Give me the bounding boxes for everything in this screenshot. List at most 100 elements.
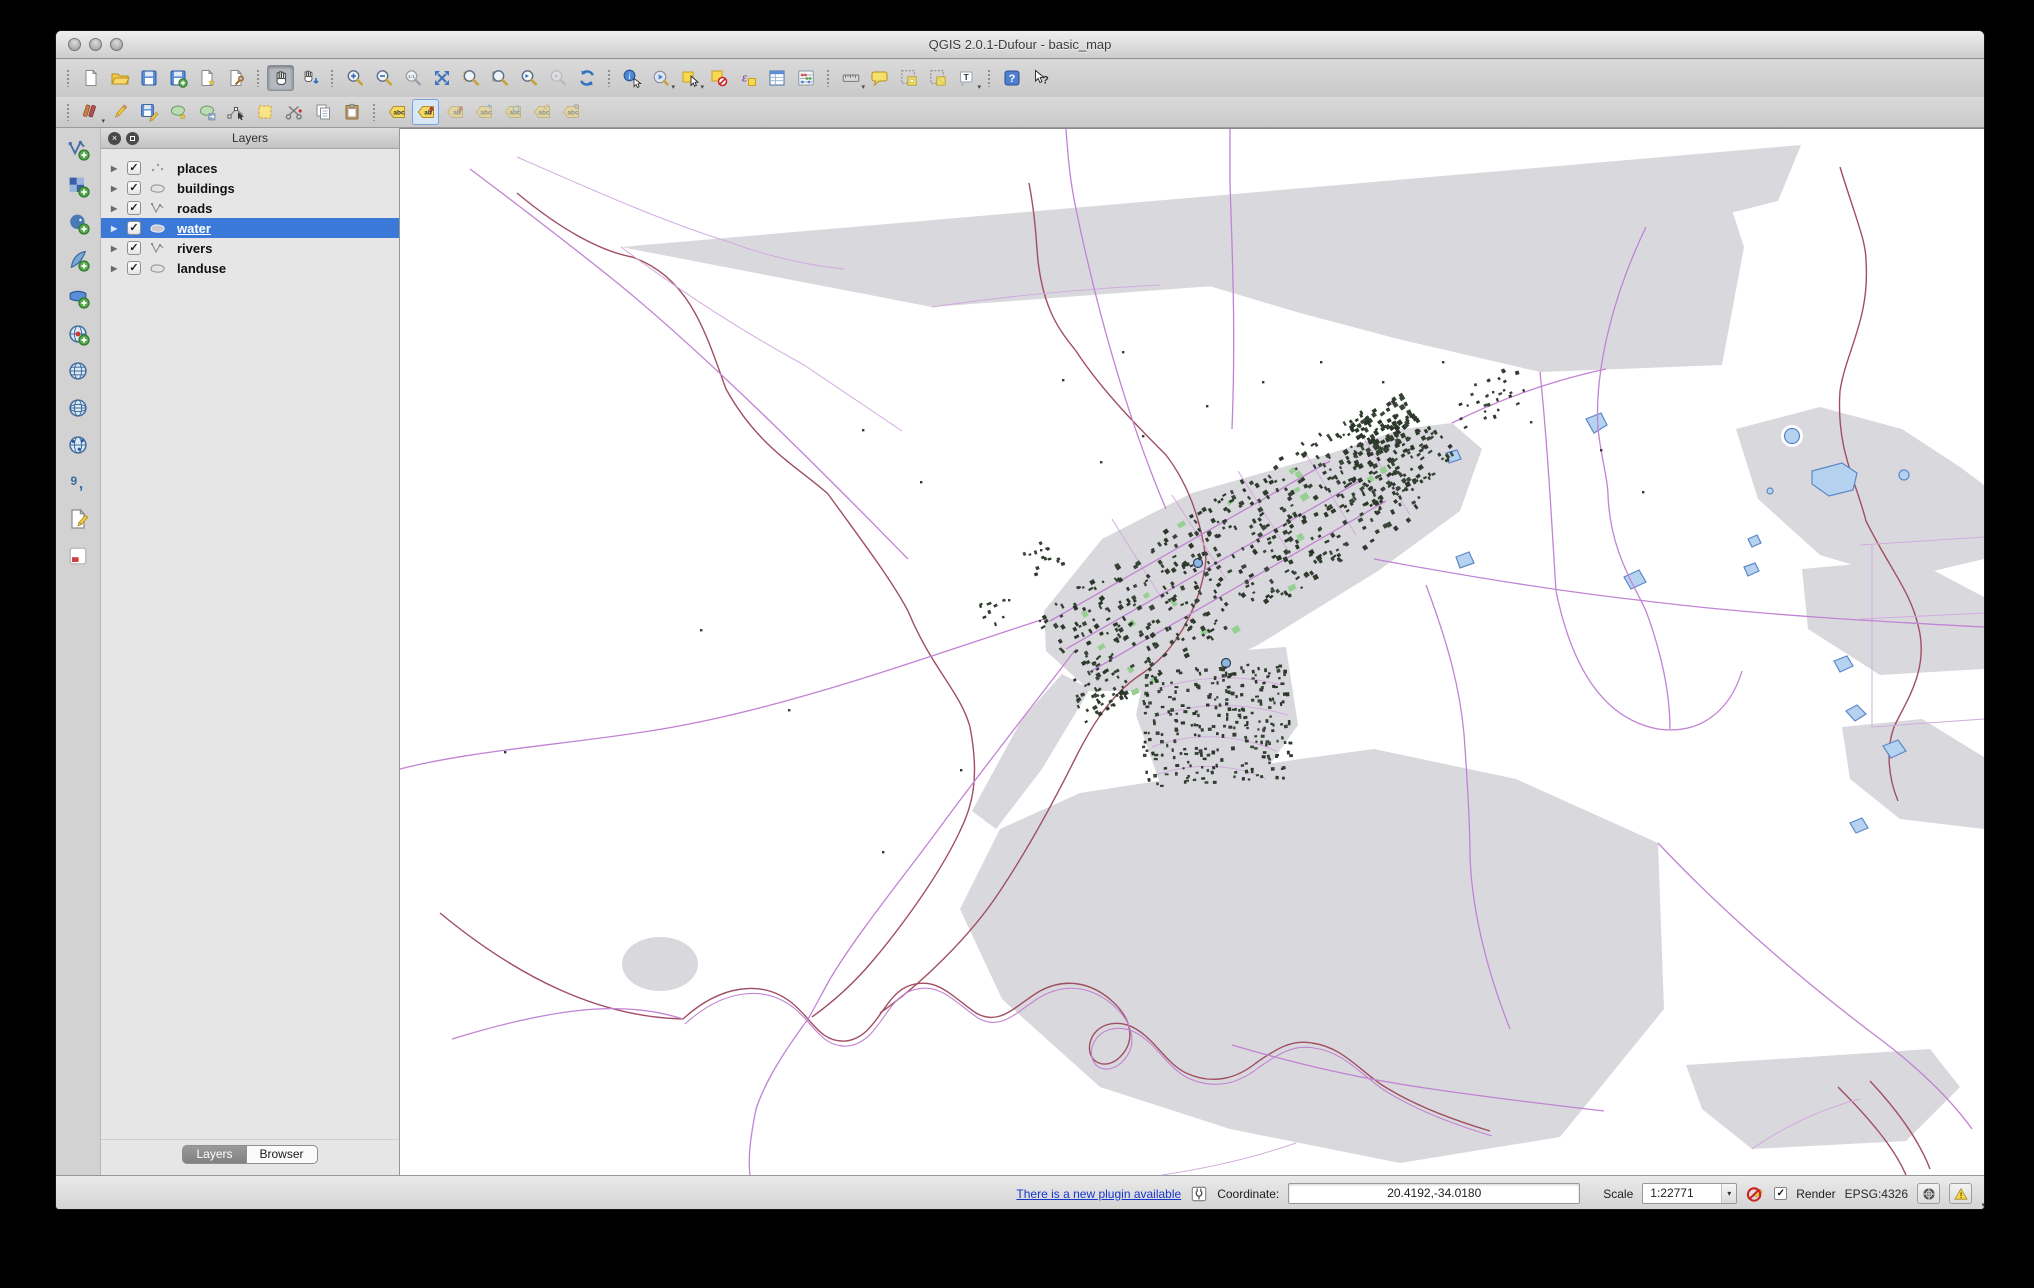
layer-item-landuse[interactable]: ▶ ✓ landuse: [101, 258, 399, 278]
node-tool-button[interactable]: [222, 99, 249, 125]
add-oracle-layer-button[interactable]: [63, 321, 93, 351]
zoom-to-selection-button[interactable]: [457, 65, 484, 91]
expand-arrow-icon[interactable]: ▶: [111, 244, 120, 253]
zoom-window-button[interactable]: [110, 38, 123, 51]
stop-render-icon[interactable]: [1746, 1184, 1765, 1203]
add-wfs-layer-button[interactable]: [63, 432, 93, 462]
add-delimited-text-layer-button[interactable]: 9,: [63, 469, 93, 499]
tab-browser[interactable]: Browser: [245, 1145, 318, 1164]
new-project-button[interactable]: [77, 65, 104, 91]
save-layer-edits-button[interactable]: [135, 99, 162, 125]
new-plugin-link[interactable]: There is a new plugin available: [1016, 1187, 1181, 1201]
identify-features-button[interactable]: i: [618, 65, 645, 91]
zoom-to-layer-button[interactable]: [486, 65, 513, 91]
select-by-expression-button[interactable]: ε: [734, 65, 761, 91]
plugin-icon[interactable]: [1190, 1185, 1208, 1203]
expand-arrow-icon[interactable]: ▶: [111, 184, 120, 193]
layer-item-water[interactable]: ▶ ✓ water: [101, 218, 399, 238]
change-label-button[interactable]: abc: [528, 99, 555, 125]
new-bookmark-button[interactable]: [895, 65, 922, 91]
close-window-button[interactable]: [68, 38, 81, 51]
minimize-window-button[interactable]: [89, 38, 102, 51]
svg-text:?: ?: [1042, 75, 1049, 87]
coordinate-field[interactable]: 20.4192,-34.0180: [1288, 1183, 1581, 1204]
measure-line-button[interactable]: ▾: [837, 65, 865, 91]
pan-to-selection-button[interactable]: [296, 65, 323, 91]
open-attribute-table-button[interactable]: [763, 65, 790, 91]
copy-features-button[interactable]: [309, 99, 336, 125]
zoom-next-button[interactable]: [544, 65, 571, 91]
refresh-map-button[interactable]: [573, 65, 600, 91]
field-calculator-button[interactable]: [792, 65, 819, 91]
composer-manager-button[interactable]: [222, 65, 249, 91]
add-wcs-layer-button[interactable]: [63, 395, 93, 425]
remove-layer-button[interactable]: [63, 543, 93, 573]
show-bookmarks-button[interactable]: [924, 65, 951, 91]
layer-visibility-checkbox[interactable]: ✓: [127, 201, 141, 215]
add-feature-button[interactable]: [164, 99, 191, 125]
title-bar[interactable]: QGIS 2.0.1-Dufour - basic_map: [56, 31, 1984, 59]
layer-visibility-checkbox[interactable]: ✓: [127, 161, 141, 175]
tab-layers[interactable]: Layers: [182, 1145, 246, 1164]
expand-arrow-icon[interactable]: ▶: [111, 264, 120, 273]
scale-combo[interactable]: 1:22771 ▾: [1642, 1183, 1738, 1204]
map-canvas[interactable]: [400, 128, 1984, 1176]
layer-item-buildings[interactable]: ▶ ✓ buildings: [101, 178, 399, 198]
toggle-editing-button[interactable]: [106, 99, 133, 125]
text-annotation-button[interactable]: T ▾: [953, 65, 981, 91]
layer-visibility-checkbox[interactable]: ✓: [127, 241, 141, 255]
layer-item-rivers[interactable]: ▶ ✓ rivers: [101, 238, 399, 258]
cut-features-button[interactable]: [280, 99, 307, 125]
current-edits-button[interactable]: ▾: [77, 99, 105, 125]
paste-features-button[interactable]: [338, 99, 365, 125]
crs-status-button[interactable]: [1917, 1183, 1940, 1204]
log-messages-button[interactable]: [1949, 1183, 1972, 1204]
save-project-button[interactable]: [135, 65, 162, 91]
expand-arrow-icon[interactable]: ▶: [111, 224, 120, 233]
panel-close-icon[interactable]: ×: [108, 132, 121, 145]
zoom-in-button[interactable]: [341, 65, 368, 91]
move-label-button[interactable]: abc: [470, 99, 497, 125]
zoom-last-button[interactable]: [515, 65, 542, 91]
new-print-composer-button[interactable]: [193, 65, 220, 91]
move-feature-button[interactable]: [193, 99, 220, 125]
add-postgis-layer-button[interactable]: [63, 210, 93, 240]
expand-arrow-icon[interactable]: ▶: [111, 164, 120, 173]
layer-item-places[interactable]: ▶ ✓ places: [101, 158, 399, 178]
labeling-options-button[interactable]: abc: [383, 99, 410, 125]
map-tips-button[interactable]: [866, 65, 893, 91]
deselect-features-button[interactable]: [705, 65, 732, 91]
pin-unpin-labels-button[interactable]: ab: [412, 99, 439, 125]
rotate-label-button[interactable]: abc: [499, 99, 526, 125]
add-wms-layer-button[interactable]: [63, 358, 93, 388]
layer-item-roads[interactable]: ▶ ✓ roads: [101, 198, 399, 218]
help-contents-button[interactable]: ?: [998, 65, 1025, 91]
layer-visibility-checkbox[interactable]: ✓: [127, 261, 141, 275]
zoom-native-button[interactable]: 1:1: [399, 65, 426, 91]
pan-map-button[interactable]: [267, 65, 294, 91]
whats-this-button[interactable]: ?: [1027, 65, 1054, 91]
panel-float-icon[interactable]: [126, 132, 139, 145]
open-project-button[interactable]: [106, 65, 133, 91]
delete-selected-button[interactable]: [251, 99, 278, 125]
layer-visibility-checkbox[interactable]: ✓: [127, 221, 141, 235]
add-vector-layer-button[interactable]: [63, 136, 93, 166]
chevron-down-icon[interactable]: ▾: [1721, 1184, 1737, 1203]
run-feature-action-button[interactable]: ▾: [647, 65, 675, 91]
select-features-button[interactable]: ▾: [676, 65, 704, 91]
expand-arrow-icon[interactable]: ▶: [111, 204, 120, 213]
save-project-as-button[interactable]: [164, 65, 191, 91]
layer-visibility-checkbox[interactable]: ✓: [127, 181, 141, 195]
zoom-full-button[interactable]: [428, 65, 455, 91]
layers-panel-header[interactable]: × Layers: [101, 128, 399, 149]
zoom-out-button[interactable]: [370, 65, 397, 91]
add-raster-layer-button[interactable]: [63, 173, 93, 203]
highlight-pinned-labels-button[interactable]: ab: [441, 99, 468, 125]
new-shapefile-layer-button[interactable]: ▾: [63, 506, 1984, 1209]
add-mssql-layer-button[interactable]: [63, 284, 93, 314]
add-spatialite-layer-button[interactable]: [63, 247, 93, 277]
label-properties-button[interactable]: abc: [557, 99, 584, 125]
render-checkbox[interactable]: ✓: [1774, 1187, 1788, 1200]
line-layer-icon: [148, 241, 170, 256]
scale-label: Scale: [1603, 1186, 1634, 1201]
